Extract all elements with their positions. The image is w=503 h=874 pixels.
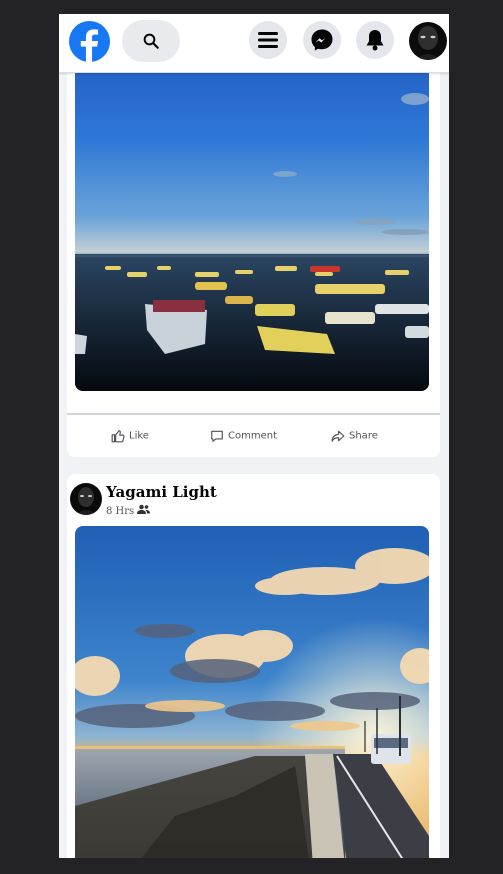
search-button[interactable] (122, 20, 180, 62)
notifications-button[interactable] (356, 21, 394, 59)
post-card: Yagami Light 8 Hrs (67, 474, 440, 858)
top-bar (59, 14, 449, 73)
friends-icon (137, 504, 151, 514)
bell-icon (366, 30, 384, 51)
comment-icon (211, 430, 223, 442)
like-button[interactable]: Like (111, 429, 149, 447)
menu-icon (258, 32, 278, 48)
thumbs-up-icon (111, 430, 125, 443)
post-card: Like Comment Share (67, 14, 440, 457)
author-avatar[interactable] (70, 483, 102, 515)
menu-button[interactable] (249, 21, 287, 59)
share-label: Share (349, 430, 378, 442)
avatar[interactable] (409, 22, 447, 60)
comment-button[interactable]: Comment (210, 429, 277, 447)
post-meta: 8 Hrs (106, 504, 151, 517)
comment-label: Comment (228, 430, 277, 442)
post-time: 8 Hrs (106, 506, 135, 517)
messenger-icon (311, 29, 333, 51)
post-photo-coastal-road[interactable] (75, 526, 429, 858)
search-icon (143, 33, 159, 49)
like-label: Like (129, 430, 149, 442)
messenger-button[interactable] (303, 21, 341, 59)
share-icon (331, 430, 345, 442)
share-button[interactable]: Share (331, 429, 378, 447)
facebook-logo-icon[interactable] (69, 21, 110, 62)
phone-viewport: Like Comment Share Yagami Light 8 Hrs (59, 14, 449, 858)
post-actions-bar: Like Comment Share (67, 413, 440, 457)
author-name[interactable]: Yagami Light (106, 483, 217, 501)
